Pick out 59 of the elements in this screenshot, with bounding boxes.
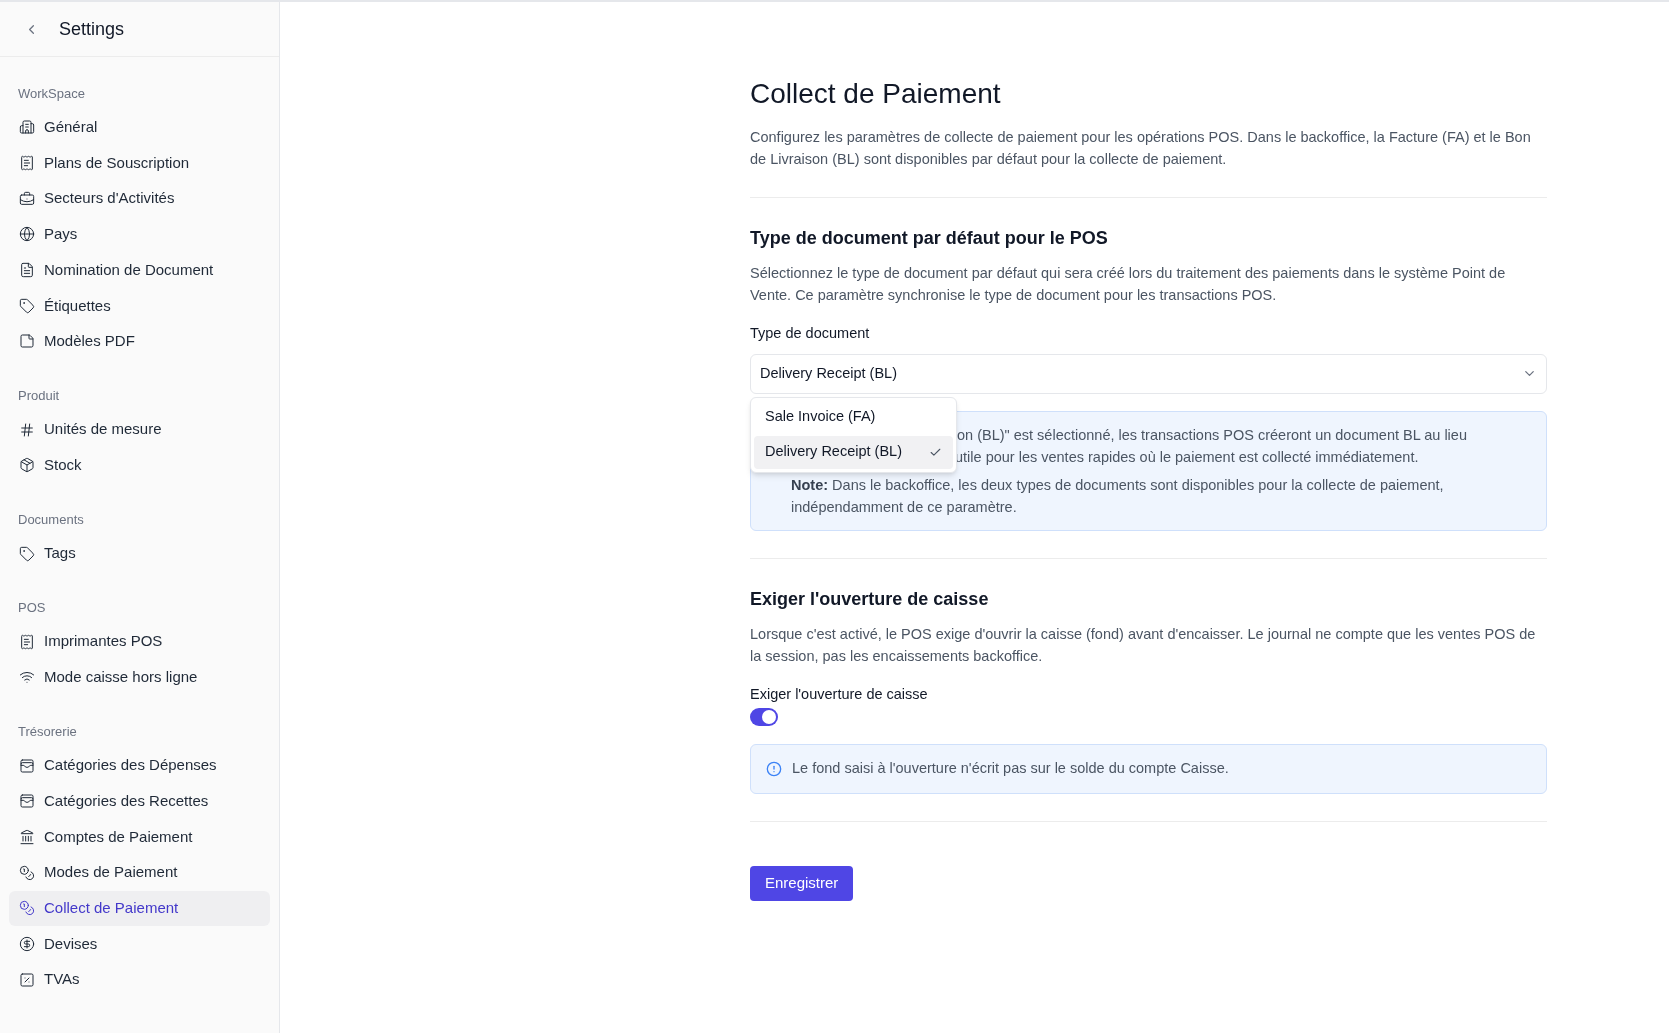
section-heading: Type de document par défaut pour le POS — [750, 227, 1109, 250]
sidebar-item[interactable]: Catégories des Recettes — [9, 783, 270, 820]
sidebar-item[interactable]: Tags — [9, 535, 270, 572]
page-description: Configurez les paramètres de collecte de paiement pour les opérations POS. Dans le backoffice, la Facture (FA) et le Bon de Livraison (BL) sont disponibles par défaut pour la collecte de paiement. — [750, 128, 1532, 169]
sidebar-item[interactable]: Imprimantes POS — [9, 623, 270, 660]
note-text: Note: Dans le backoffice, les deux types de documents sont disponibles pour la collecte de paiement, indépendamment de ce paramètre. — [791, 475, 1445, 517]
note-icon — [19, 333, 35, 350]
percent-icon — [19, 971, 35, 988]
sidebar-item[interactable]: Comptes de Paiement — [9, 819, 270, 855]
receipt-icon — [19, 155, 35, 172]
section-label: Documents — [17, 511, 85, 530]
sidebar-item[interactable]: Plans de Souscription — [9, 145, 270, 181]
briefcase-icon — [19, 190, 35, 207]
section-label: POS — [17, 599, 47, 618]
sidebar-item[interactable]: Secteurs d'Activités — [9, 180, 270, 217]
sidebar-item[interactable]: Unités de mesure — [9, 411, 270, 448]
sidebar-item[interactable]: Stock — [9, 447, 270, 484]
sidebar-item[interactable]: Modèles PDF — [9, 323, 270, 360]
document-type-select[interactable]: Delivery Receipt (BL) — [750, 353, 1547, 394]
info-text: Le fond saisi à l'ouverture n'écrit pas sur le solde du compte Caisse. — [792, 758, 1229, 778]
wifi-icon — [19, 669, 35, 686]
section-label: WorkSpace — [17, 85, 86, 103]
info-text: on (BL)" est sélectionné, les transactions POS créeront un document BL au lieu — [957, 425, 1468, 445]
package-icon — [19, 457, 35, 474]
sidebar-title: Settings — [59, 17, 125, 41]
toggle-label: Exiger l'ouverture de caisse — [750, 684, 929, 704]
dollar-icon — [19, 936, 35, 953]
bank-icon — [19, 828, 35, 845]
save-button[interactable]: Enregistrer — [750, 865, 854, 901]
receipt-icon — [19, 633, 35, 650]
sidebar-item[interactable]: Étiquettes — [9, 287, 270, 324]
coins-icon — [19, 900, 35, 917]
toggle-switch[interactable] — [750, 707, 778, 726]
hash-icon — [19, 421, 35, 438]
sidebar-item[interactable]: Pays — [9, 216, 270, 253]
section-description: Lorsque c'est activé, le POS exige d'ouvrir la caisse (fond) avant d'encaisser. Le journal ne compte que les ventes POS de la session, pas les encaissements backoffice. — [750, 624, 1537, 666]
dropdown-option[interactable]: Delivery Receipt (BL) — [754, 435, 953, 469]
sidebar-item[interactable]: Catégories des Dépenses — [9, 747, 270, 784]
page-title: Collect de Paiement — [750, 77, 1002, 111]
sidebar-item[interactable]: Devises — [9, 926, 270, 962]
field-label: Type de document — [750, 324, 871, 343]
section-heading: Exiger l'ouverture de caisse — [750, 587, 990, 611]
tag-icon — [19, 545, 35, 562]
tag-icon — [19, 297, 35, 314]
section-description: Sélectionnez le type de document par défaut qui sera créé lors du traitement des paiements dans le système Point de Vente. Ce paramètre synchronise le type de document pour les transactions POS. — [750, 264, 1507, 305]
building-icon — [19, 119, 35, 136]
sidebar-item[interactable]: Collect de Paiement — [9, 890, 270, 927]
globe-icon — [19, 226, 35, 243]
sidebar-item[interactable]: Nomination de Document — [9, 252, 270, 288]
section-label: Trésorerie — [17, 723, 78, 742]
sidebar-item[interactable]: Mode caisse hors ligne — [9, 659, 270, 696]
section-label: Produit — [17, 387, 61, 406]
sidebar-item[interactable]: Général — [9, 109, 270, 146]
sidebar-item[interactable]: Modes de Paiement — [9, 854, 270, 891]
coins-icon — [19, 864, 35, 881]
sidebar-item[interactable]: TVAs — [9, 961, 270, 998]
dropdown-option[interactable]: Sale Invoice (FA) — [754, 400, 953, 434]
info-icon — [766, 760, 782, 777]
document-icon — [19, 262, 35, 279]
